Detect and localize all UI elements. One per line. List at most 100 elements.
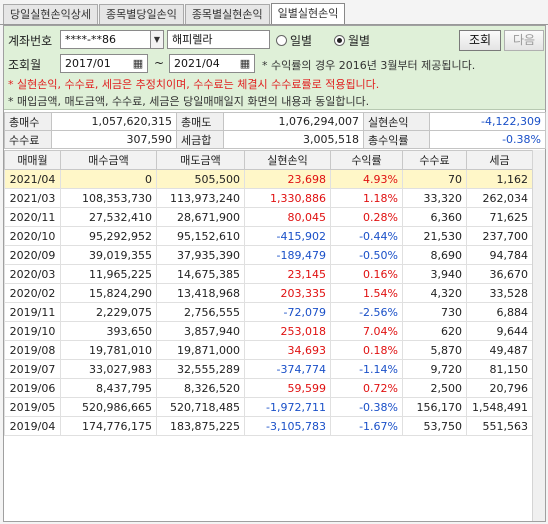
tab-stock-realized-pnl[interactable]: 종목별실현손익 (184, 4, 270, 24)
table-row[interactable]: 2020/11 27,532,410 28,671,900 80,045 0.28% 6,… (4, 207, 533, 227)
query-button[interactable]: 조회 (459, 30, 501, 51)
cell-fee: 8,690 (402, 245, 467, 265)
cell-fee: 4,320 (402, 283, 467, 303)
col-header-tax[interactable]: 세금 (466, 150, 533, 170)
account-number-input[interactable]: ****-**86 (60, 30, 152, 49)
cell-buy-amount: 33,027,983 (60, 359, 157, 379)
cell-sell-amount: 95,152,610 (156, 226, 245, 246)
fee-value: 307,590 (51, 130, 177, 149)
cell-month: 2020/02 (4, 283, 61, 303)
cell-fee: 21,530 (402, 226, 467, 246)
cell-return: -0.50% (330, 245, 403, 265)
cell-return: 0.16% (330, 264, 403, 284)
cell-return: 0.72% (330, 378, 403, 398)
cell-month: 2019/06 (4, 378, 61, 398)
cell-sell-amount: 113,973,240 (156, 188, 245, 208)
table-row[interactable]: 2020/03 11,965,225 14,675,385 23,145 0.16% 3,… (4, 264, 533, 284)
cell-realized-pnl: 80,045 (244, 207, 331, 227)
tab-daily-realized-pnl[interactable]: 일별실현손익 (270, 3, 346, 25)
col-header-fee[interactable]: 수수료 (402, 150, 467, 170)
cell-month: 2021/03 (4, 188, 61, 208)
cell-tax: 1,548,491 (466, 397, 533, 417)
account-dropdown[interactable]: ▼ (150, 30, 164, 49)
cell-buy-amount: 27,532,410 (60, 207, 157, 227)
total-return-label: 총수익률 (363, 130, 430, 149)
cell-realized-pnl: 1,330,886 (244, 188, 331, 208)
next-button[interactable]: 다음 (504, 30, 544, 51)
cell-month: 2019/04 (4, 416, 61, 436)
cell-month: 2020/10 (4, 226, 61, 246)
main-panel: 계좌번호 ****-**86 ▼ 해피렐라 일별 월별 조회 다음 조회월 20… (3, 25, 546, 522)
col-header-month[interactable]: 매매월 (4, 150, 61, 170)
cell-sell-amount: 3,857,940 (156, 321, 245, 341)
table-row[interactable]: 2019/05 520,986,665 520,718,485 -1,972,711-… (4, 397, 533, 417)
cell-sell-amount: 505,500 (156, 169, 245, 189)
calendar-icon[interactable]: ▦ (237, 55, 253, 72)
grid-header-row: 매매월 매수금액 매도금액 실현손익 수익률 수수료 세금 (4, 150, 533, 170)
search-area: 계좌번호 ****-**86 ▼ 해피렐라 일별 월별 조회 다음 조회월 20… (4, 26, 545, 110)
cell-buy-amount: 8,437,795 (60, 378, 157, 398)
vertical-scrollbar[interactable] (532, 150, 545, 521)
tax-value: 3,005,518 (223, 130, 364, 149)
table-row[interactable]: 2021/04 0 505,500 23,698 4.93% 70 1,162 (4, 169, 533, 189)
col-header-buy-amount[interactable]: 매수금액 (60, 150, 157, 170)
cell-tax: 262,034 (466, 188, 533, 208)
fee-label: 수수료 (4, 130, 52, 149)
cell-fee: 33,320 (402, 188, 467, 208)
cell-tax: 551,563 (466, 416, 533, 436)
account-label: 계좌번호 (8, 34, 53, 48)
radio-daily-label: 일별 (290, 34, 313, 48)
cell-realized-pnl: 23,698 (244, 169, 331, 189)
radio-monthly[interactable]: 월별 (334, 32, 370, 49)
tab-stock-daily-pnl[interactable]: 종목별당일손익 (98, 4, 184, 24)
table-row[interactable]: 2019/07 33,027,983 32,555,289 -374,774 -1.14… (4, 359, 533, 379)
table-row[interactable]: 2019/10 393,650 3,857,940 253,018 7.04% 620 9,… (4, 321, 533, 341)
cell-realized-pnl: 59,599 (244, 378, 331, 398)
cell-tax: 49,487 (466, 340, 533, 360)
col-header-sell-amount[interactable]: 매도금액 (156, 150, 245, 170)
table-row[interactable]: 2019/06 8,437,795 8,326,520 59,599 0.72% 2,50… (4, 378, 533, 398)
calendar-icon[interactable]: ▦ (130, 55, 146, 72)
cell-return: 4.93% (330, 169, 403, 189)
table-row[interactable]: 2020/10 95,292,952 95,152,610 -415,902 -0.44… (4, 226, 533, 246)
total-sell-value: 1,076,294,007 (223, 112, 364, 131)
table-row[interactable]: 2020/02 15,824,290 13,418,968 203,335 1.54% 4… (4, 283, 533, 303)
table-row[interactable]: 2021/03 108,353,730 113,973,240 1,330,886 1.… (4, 188, 533, 208)
estimate-warning: * 실현손익, 수수료, 세금은 추정치이며, 수수료는 체결시 수수료률로 적… (8, 78, 380, 91)
cell-return: 1.54% (330, 283, 403, 303)
table-row[interactable]: 2019/11 2,229,075 2,756,555 -72,079 -2.56% 73… (4, 302, 533, 322)
cell-buy-amount: 520,986,665 (60, 397, 157, 417)
radio-daily[interactable]: 일별 (276, 32, 312, 49)
cell-return: -1.14% (330, 359, 403, 379)
cell-sell-amount: 2,756,555 (156, 302, 245, 322)
cell-fee: 156,170 (402, 397, 467, 417)
cell-month: 2021/04 (4, 169, 61, 189)
cell-buy-amount: 2,229,075 (60, 302, 157, 322)
cell-sell-amount: 37,935,390 (156, 245, 245, 265)
cell-month: 2020/11 (4, 207, 61, 227)
cell-realized-pnl: -189,479 (244, 245, 331, 265)
radio-monthly-dot (334, 35, 345, 46)
cell-return: 0.28% (330, 207, 403, 227)
summary-table: 총매수 1,057,620,315 총매도 1,076,294,007 실현손익… (4, 112, 546, 149)
cell-tax: 20,796 (466, 378, 533, 398)
total-sell-label: 총매도 (176, 112, 224, 131)
cell-buy-amount: 393,650 (60, 321, 157, 341)
cell-tax: 237,700 (466, 226, 533, 246)
cell-sell-amount: 14,675,385 (156, 264, 245, 284)
table-row[interactable]: 2020/09 39,019,355 37,935,390 -189,479 -0.50… (4, 245, 533, 265)
cell-sell-amount: 520,718,485 (156, 397, 245, 417)
col-header-realized-pnl[interactable]: 실현손익 (244, 150, 331, 170)
tab-daily-realized-detail[interactable]: 당일실현손익상세 (3, 4, 98, 24)
cell-month: 2020/09 (4, 245, 61, 265)
tax-label: 세금합 (176, 130, 224, 149)
cell-tax: 36,670 (466, 264, 533, 284)
table-row[interactable]: 2019/08 19,781,010 19,871,000 34,693 0.18% 5,… (4, 340, 533, 360)
cell-sell-amount: 13,418,968 (156, 283, 245, 303)
cell-fee: 53,750 (402, 416, 467, 436)
table-row[interactable]: 2019/04 174,776,175 183,875,225 -3,105,783-… (4, 416, 533, 436)
col-header-return[interactable]: 수익률 (330, 150, 403, 170)
cell-realized-pnl: 203,335 (244, 283, 331, 303)
total-buy-value: 1,057,620,315 (51, 112, 177, 131)
cell-sell-amount: 8,326,520 (156, 378, 245, 398)
